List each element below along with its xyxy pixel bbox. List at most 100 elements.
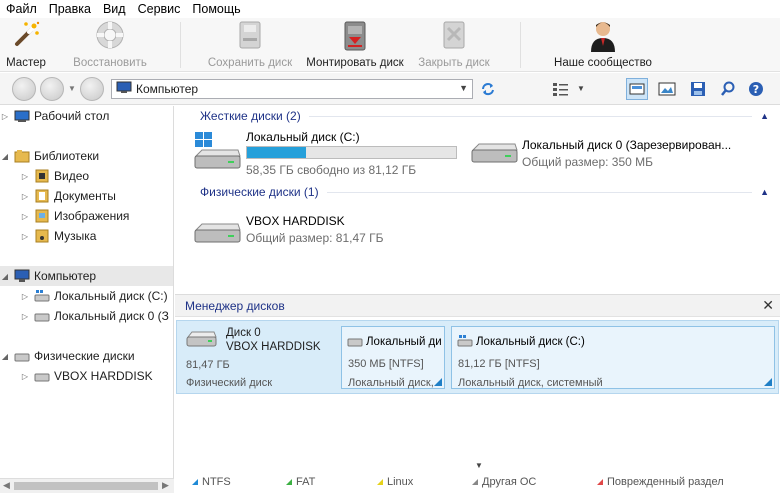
physical-disks-icon <box>14 349 30 363</box>
tree-item-local-0[interactable]: ▷ Локальный диск 0 (З <box>20 306 169 326</box>
toolbar-separator <box>520 22 521 68</box>
damaged-color-icon <box>597 479 603 485</box>
menu-help[interactable]: Помощь <box>186 0 246 18</box>
expand-icon[interactable]: ◢ <box>0 352 10 361</box>
collapse-icon[interactable]: ▲ <box>760 187 769 197</box>
mount-disk-icon <box>340 20 370 55</box>
hard-disk-icon <box>192 220 242 253</box>
forward-button[interactable] <box>40 77 64 101</box>
toolbar-separator <box>180 22 181 68</box>
menu-file[interactable]: Файл <box>0 0 43 18</box>
ntfs-marker-icon <box>434 378 442 386</box>
lifebuoy-icon <box>95 20 125 53</box>
preview-pane-icon[interactable] <box>626 78 648 100</box>
drive-local-c[interactable]: Локальный диск (C:) 58,35 ГБ свободно из… <box>190 126 465 177</box>
drive-icon <box>347 335 363 350</box>
restore-button[interactable]: Восстановить <box>70 18 150 72</box>
expand-icon[interactable]: ▷ <box>20 372 30 381</box>
view-dropdown-icon[interactable]: ▼ <box>577 84 585 93</box>
other-os-color-icon <box>472 479 478 485</box>
community-button[interactable]: Наше сообщество <box>548 18 658 72</box>
group-hard-disks[interactable]: Жесткие диски (2) ▲ <box>175 107 775 125</box>
expand-icon[interactable]: ▷ <box>0 112 10 121</box>
address-dropdown-icon[interactable]: ▼ <box>459 83 468 93</box>
partition-c[interactable]: Локальный диск (C:) 81,12 ГБ [NTFS] Лока… <box>451 326 775 389</box>
legend-other-os: Другая ОС <box>472 476 536 488</box>
tree-horizontal-scrollbar[interactable]: ◀ ▶ <box>0 478 174 493</box>
drive-vbox[interactable]: VBOX HARDDISK Общий размер: 81,47 ГБ <box>190 210 490 260</box>
disk-manager: Менеджер дисков ✕ Диск 0 VBOX HARDDISK 8… <box>175 294 780 477</box>
video-folder-icon <box>34 169 50 183</box>
drive-icon <box>34 309 50 323</box>
save-disk-button[interactable]: Сохранить диск <box>205 18 295 72</box>
tree-item-computer[interactable]: ◢ Компьютер <box>0 266 173 286</box>
mount-disk-button[interactable]: Монтировать диск <box>302 18 408 72</box>
tree-item-images[interactable]: ▷ Изображения <box>20 206 130 226</box>
legend-damaged: Поврежденный раздел <box>597 476 724 488</box>
legend-fat: FAT <box>286 476 315 488</box>
image-view-icon[interactable] <box>658 81 676 97</box>
expand-icon[interactable]: ▷ <box>20 232 30 241</box>
address-bar[interactable]: Компьютер ▼ <box>111 79 473 99</box>
expand-down-icon[interactable]: ▼ <box>475 461 483 470</box>
tree-item-documents[interactable]: ▷ Документы <box>20 186 116 206</box>
expand-icon[interactable]: ▷ <box>20 312 30 321</box>
scroll-left-icon[interactable]: ◀ <box>3 480 10 491</box>
close-disk-icon <box>440 20 468 53</box>
menu-view[interactable]: Вид <box>97 0 132 18</box>
tree-item-local-c[interactable]: ▷ Локальный диск (C:) <box>20 286 168 306</box>
expand-icon[interactable]: ▷ <box>20 192 30 201</box>
expand-icon[interactable]: ▷ <box>20 292 30 301</box>
images-folder-icon <box>34 209 50 223</box>
system-drive-icon <box>192 130 242 177</box>
menu-bar: Файл Правка Вид Сервис Помощь <box>0 0 780 18</box>
computer-icon <box>116 81 132 97</box>
tree-item-libraries[interactable]: ◢ Библиотеки <box>0 146 99 166</box>
save-disk-icon <box>236 20 264 53</box>
up-button[interactable] <box>80 77 104 101</box>
group-physical-disks[interactable]: Физические диски (1) ▲ <box>175 183 775 201</box>
wand-icon <box>11 20 41 51</box>
user-icon <box>589 20 617 55</box>
search-icon[interactable] <box>720 81 738 97</box>
tree-item-vbox[interactable]: ▷ VBOX HARDDISK <box>20 366 153 386</box>
expand-icon[interactable]: ▷ <box>20 212 30 221</box>
expand-icon[interactable]: ◢ <box>0 152 10 161</box>
partition-legend: NTFS FAT Linux Другая ОС Поврежденный ра… <box>175 474 780 493</box>
ntfs-marker-icon <box>764 378 772 386</box>
tree-item-video[interactable]: ▷ Видео <box>20 166 89 186</box>
refresh-icon[interactable] <box>480 81 498 97</box>
system-drive-icon <box>457 335 473 350</box>
history-dropdown-icon[interactable]: ▼ <box>68 84 76 93</box>
expand-icon[interactable]: ◢ <box>0 272 10 281</box>
help-icon[interactable]: ? <box>748 81 766 97</box>
drive-local-0[interactable]: Локальный диск 0 (Зарезервирован... Общи… <box>469 126 769 176</box>
menu-edit[interactable]: Правка <box>43 0 97 18</box>
expand-icon[interactable]: ▷ <box>20 172 30 181</box>
close-disk-button[interactable]: Закрыть диск <box>414 18 494 72</box>
documents-folder-icon <box>34 189 50 203</box>
collapse-icon[interactable]: ▲ <box>760 111 769 121</box>
legend-ntfs: NTFS <box>192 476 231 488</box>
drive-icon <box>469 140 519 173</box>
view-mode-icon[interactable] <box>552 81 570 97</box>
disk-manager-header: Менеджер дисков ✕ <box>175 295 780 317</box>
tree-item-physical-disks[interactable]: ◢ Физические диски <box>0 346 135 366</box>
disk-row[interactable]: Диск 0 VBOX HARDDISK 81,47 ГБ Физический… <box>176 320 779 394</box>
desktop-icon <box>14 109 30 123</box>
toolbar: Мастер Восстановить Сохранить диск Монти… <box>0 18 780 72</box>
save-icon[interactable] <box>690 81 708 97</box>
address-text: Компьютер <box>136 82 199 96</box>
partition-reserved[interactable]: Локальный ди 350 МБ [NTFS] Локальный дис… <box>341 326 445 389</box>
menu-service[interactable]: Сервис <box>132 0 187 18</box>
music-folder-icon <box>34 229 50 243</box>
hard-disk-icon <box>34 369 50 383</box>
master-button[interactable]: Мастер <box>2 18 50 72</box>
hard-disk-icon <box>185 329 217 354</box>
close-icon[interactable]: ✕ <box>762 297 774 314</box>
tree-item-music[interactable]: ▷ Музыка <box>20 226 97 246</box>
tree-item-desktop[interactable]: ▷ Рабочий стол <box>0 106 109 126</box>
scrollbar-thumb[interactable] <box>14 482 158 490</box>
scroll-right-icon[interactable]: ▶ <box>162 480 169 491</box>
back-button[interactable] <box>12 77 36 101</box>
